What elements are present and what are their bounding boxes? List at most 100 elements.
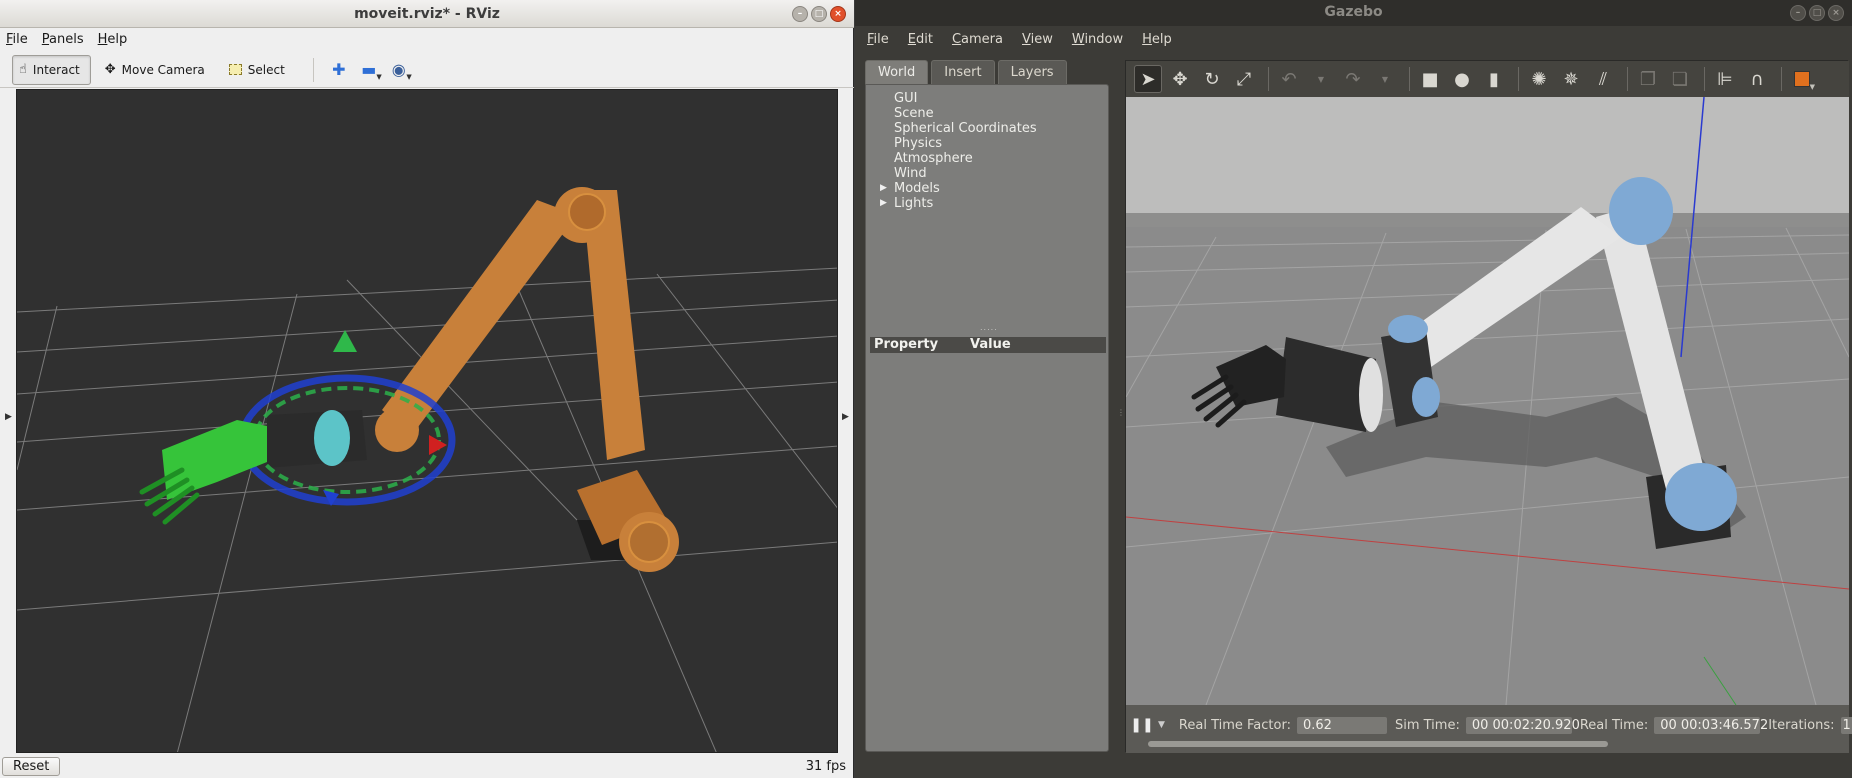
sim-time-label: Sim Time:: [1394, 717, 1460, 733]
menu-help[interactable]: Help: [98, 32, 128, 47]
chevron-down-icon: ▼: [1381, 74, 1389, 84]
undo-history-dropdown[interactable]: ▼: [1307, 65, 1335, 93]
tree-item-physics[interactable]: Physics: [866, 136, 1108, 151]
copy-icon[interactable]: ❐: [1634, 65, 1662, 93]
tab-insert[interactable]: Insert: [931, 60, 995, 84]
add-tool-button[interactable]: ✚: [324, 56, 354, 84]
menu-camera[interactable]: Camera: [952, 32, 1003, 47]
gazebo-tabs: World Insert Layers: [865, 60, 1109, 84]
tree-item-spherical-coordinates[interactable]: Spherical Coordinates: [866, 121, 1108, 136]
gazebo-title-bar: Gazebo – □ ×: [855, 0, 1852, 26]
sim-stats-row: ❚❚ ▼ Real Time Factor: 0.62 Sim Time: 00…: [1130, 715, 1852, 735]
splitter-handle[interactable]: .....: [980, 323, 998, 332]
robot-wrist-cap-2: [1412, 377, 1440, 417]
directional-light-icon[interactable]: ⫽: [1589, 65, 1617, 93]
remove-tool-button[interactable]: ▬ ▼: [354, 56, 384, 84]
move-camera-icon: ✥: [104, 62, 116, 77]
toolbar-separator: [1409, 67, 1410, 91]
menu-file[interactable]: File: [6, 32, 28, 47]
paste-icon[interactable]: ❏: [1666, 65, 1694, 93]
interact-tool-label: Interact: [32, 62, 80, 77]
gazebo-menu-bar: File Edit Camera View Window Help: [855, 28, 1852, 50]
interact-tool-button[interactable]: ☝ Interact: [12, 54, 91, 85]
tree-item-label: GUI: [894, 91, 918, 106]
maximize-button[interactable]: □: [811, 6, 827, 22]
select-tool-button[interactable]: Select: [223, 55, 295, 85]
snap-icon[interactable]: ∩: [1743, 65, 1771, 93]
menu-file[interactable]: File: [867, 32, 889, 47]
robot-wrist-joint: [375, 408, 419, 452]
rviz-window: moveit.rviz* - RViz – □ × File Panels He…: [0, 0, 854, 778]
gazebo-3d-viewport[interactable]: [1126, 97, 1849, 705]
marker-arrow-up[interactable]: [333, 330, 357, 352]
toolbar-separator: [1704, 67, 1705, 91]
expand-arrow-icon[interactable]: ▶: [880, 196, 887, 211]
sim-time-value: 00 00:02:20.920: [1465, 716, 1580, 734]
maximize-button[interactable]: □: [1809, 5, 1825, 21]
gazebo-window-title: Gazebo: [1324, 4, 1383, 20]
tree-item-label: Spherical Coordinates: [894, 121, 1037, 136]
point-light-icon[interactable]: ✺: [1525, 65, 1553, 93]
sphere-shape-icon[interactable]: ●: [1448, 65, 1476, 93]
robot-elbow-cap: [1609, 177, 1673, 245]
tree-item-label: Lights: [894, 196, 934, 211]
eye-icon: ◉: [391, 60, 406, 79]
tree-item-models[interactable]: ▶ Models: [866, 181, 1108, 196]
menu-panels[interactable]: Panels: [42, 32, 84, 47]
horizontal-scrollbar[interactable]: [1148, 741, 1608, 747]
rotate-mode-icon[interactable]: ↻: [1198, 65, 1226, 93]
tree-item-scene[interactable]: Scene: [866, 106, 1108, 121]
close-button[interactable]: ×: [830, 6, 846, 22]
gazebo-toolbar: ➤ ✥ ↻ ⤢ ↶ ▼ ↷ ▼ ■ ● ▮ ✺ ✵ ⫽ ❐ ❏ ⊫ ∩ ▼: [1126, 61, 1849, 97]
tab-layers[interactable]: Layers: [997, 60, 1067, 84]
gazebo-left-panel: World Insert Layers GUI Scene Spherical …: [865, 60, 1109, 752]
menu-edit[interactable]: Edit: [908, 32, 933, 47]
view-angle-icon[interactable]: ▼: [1788, 65, 1816, 93]
tree-item-atmosphere[interactable]: Atmosphere: [866, 151, 1108, 166]
robot-wrist-cap: [1388, 315, 1428, 343]
cylinder-shape-icon[interactable]: ▮: [1480, 65, 1508, 93]
menu-window[interactable]: Window: [1072, 32, 1123, 47]
close-button[interactable]: ×: [1828, 5, 1844, 21]
left-panel-splitter[interactable]: ⋮: [1117, 408, 1125, 417]
rviz-toolbar: ☝ Interact ✥ Move Camera Select ✚ ▬ ▼ ◉ ▼: [0, 52, 854, 88]
align-icon[interactable]: ⊫: [1711, 65, 1739, 93]
view-options-button[interactable]: ◉ ▼: [384, 56, 414, 84]
tab-world[interactable]: World: [865, 60, 929, 84]
left-panel-toggle[interactable]: ▶: [5, 412, 12, 422]
expand-arrow-icon[interactable]: ▶: [880, 181, 887, 196]
translate-mode-icon[interactable]: ✥: [1166, 65, 1194, 93]
minimize-button[interactable]: –: [1790, 5, 1806, 21]
reset-button[interactable]: Reset: [2, 756, 61, 776]
property-column-header: Property: [874, 337, 939, 352]
undo-icon[interactable]: ↶: [1275, 65, 1303, 93]
menu-view[interactable]: View: [1022, 32, 1053, 47]
move-camera-tool-button[interactable]: ✥ Move Camera: [99, 55, 215, 85]
toolbar-separator: [1518, 67, 1519, 91]
step-dropdown-icon[interactable]: ▼: [1158, 720, 1165, 730]
spot-light-icon[interactable]: ✵: [1557, 65, 1585, 93]
redo-history-dropdown[interactable]: ▼: [1371, 65, 1399, 93]
tree-item-lights[interactable]: ▶ Lights: [866, 196, 1108, 211]
scale-mode-icon[interactable]: ⤢: [1230, 65, 1258, 93]
tree-item-label: Models: [894, 181, 940, 196]
pause-icon[interactable]: ❚❚: [1130, 715, 1153, 735]
minimize-button[interactable]: –: [792, 6, 808, 22]
robot-flange: [1359, 358, 1383, 432]
iterations-value: 1: [1840, 716, 1852, 734]
box-shape-icon[interactable]: ■: [1416, 65, 1444, 93]
tree-item-gui[interactable]: GUI: [866, 91, 1108, 106]
redo-icon[interactable]: ↷: [1339, 65, 1367, 93]
select-mode-icon[interactable]: ➤: [1134, 65, 1162, 93]
toolbar-separator: [312, 57, 314, 82]
chevron-down-icon: ▼: [376, 72, 382, 81]
marker-arrow-red[interactable]: [429, 435, 447, 455]
tree-item-label: Scene: [894, 106, 934, 121]
value-column-header: Value: [970, 337, 1011, 352]
menu-help[interactable]: Help: [1142, 32, 1172, 47]
select-rectangle-icon: [228, 64, 242, 75]
rviz-3d-viewport[interactable]: [16, 89, 838, 753]
right-panel-toggle[interactable]: ▶: [842, 412, 849, 422]
move-camera-tool-label: Move Camera: [121, 62, 205, 77]
tree-item-wind[interactable]: Wind: [866, 166, 1108, 181]
